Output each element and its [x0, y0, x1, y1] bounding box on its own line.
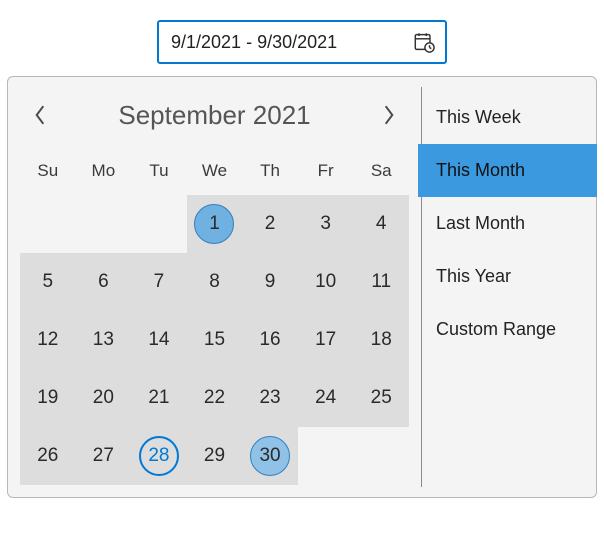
- day-blank: [353, 427, 409, 485]
- day-number: 2: [265, 213, 276, 235]
- day-cell[interactable]: 2: [242, 195, 298, 253]
- preset-last-month[interactable]: Last Month: [422, 197, 596, 250]
- day-number: 13: [93, 329, 114, 351]
- day-grid: 1 2 3 4 5 6 7 8 9 10 11 12 13 14 15 16 1…: [20, 195, 409, 485]
- chevron-right-icon: [382, 104, 396, 126]
- day-cell[interactable]: 24: [298, 369, 354, 427]
- day-number: 5: [42, 271, 53, 293]
- preset-this-year[interactable]: This Year: [422, 250, 596, 303]
- chevron-left-icon: [33, 104, 47, 126]
- day-cell[interactable]: 13: [76, 311, 132, 369]
- day-number: 8: [209, 271, 220, 293]
- day-cell[interactable]: 11: [353, 253, 409, 311]
- weekday: Tu: [131, 151, 187, 195]
- day-cell[interactable]: 20: [76, 369, 132, 427]
- calendar-clock-icon[interactable]: [413, 31, 435, 53]
- day-number: 18: [371, 329, 392, 351]
- weekday: We: [187, 151, 243, 195]
- day-cell[interactable]: 1: [187, 195, 243, 253]
- day-number: 30: [250, 436, 290, 476]
- day-number: 4: [376, 213, 387, 235]
- preset-this-week[interactable]: This Week: [422, 91, 596, 144]
- day-blank: [20, 195, 76, 253]
- day-cell[interactable]: 18: [353, 311, 409, 369]
- day-cell[interactable]: 27: [76, 427, 132, 485]
- weekday: Fr: [298, 151, 354, 195]
- day-number: 15: [204, 329, 225, 351]
- day-cell[interactable]: 7: [131, 253, 187, 311]
- day-cell[interactable]: 19: [20, 369, 76, 427]
- day-number: 3: [320, 213, 331, 235]
- day-cell[interactable]: 3: [298, 195, 354, 253]
- day-cell-today[interactable]: 28: [131, 427, 187, 485]
- day-cell[interactable]: 17: [298, 311, 354, 369]
- day-cell[interactable]: 14: [131, 311, 187, 369]
- day-number: 25: [371, 387, 392, 409]
- weekday: Mo: [76, 151, 132, 195]
- day-cell[interactable]: 5: [20, 253, 76, 311]
- day-cell[interactable]: 4: [353, 195, 409, 253]
- day-number: 23: [259, 387, 280, 409]
- day-number: 21: [148, 387, 169, 409]
- day-number: 10: [315, 271, 336, 293]
- weekday-header: Su Mo Tu We Th Fr Sa: [20, 151, 409, 195]
- date-range-input[interactable]: 9/1/2021 - 9/30/2021: [157, 20, 447, 64]
- day-cell[interactable]: 8: [187, 253, 243, 311]
- day-blank: [131, 195, 187, 253]
- day-number: 6: [98, 271, 109, 293]
- day-number: 19: [37, 387, 58, 409]
- date-range-value: 9/1/2021 - 9/30/2021: [171, 32, 413, 53]
- day-cell[interactable]: 12: [20, 311, 76, 369]
- day-number: 17: [315, 329, 336, 351]
- day-number: 12: [37, 329, 58, 351]
- day-cell[interactable]: 16: [242, 311, 298, 369]
- prev-month-button[interactable]: [20, 95, 60, 135]
- day-number: 14: [148, 329, 169, 351]
- day-number: 7: [154, 271, 165, 293]
- day-number: 26: [37, 445, 58, 467]
- day-cell[interactable]: 25: [353, 369, 409, 427]
- day-number: 29: [204, 445, 225, 467]
- day-cell[interactable]: 26: [20, 427, 76, 485]
- weekday: Su: [20, 151, 76, 195]
- day-cell[interactable]: 10: [298, 253, 354, 311]
- day-blank: [76, 195, 132, 253]
- day-cell[interactable]: 30: [242, 427, 298, 485]
- day-cell[interactable]: 21: [131, 369, 187, 427]
- month-year-label[interactable]: September 2021: [60, 100, 369, 131]
- calendar-pane: September 2021 Su Mo Tu We Th Fr Sa 1 2 …: [8, 77, 421, 497]
- next-month-button[interactable]: [369, 95, 409, 135]
- day-number: 9: [265, 271, 276, 293]
- day-cell[interactable]: 29: [187, 427, 243, 485]
- day-cell[interactable]: 23: [242, 369, 298, 427]
- day-number: 11: [371, 271, 391, 293]
- preset-custom-range[interactable]: Custom Range: [422, 303, 596, 356]
- day-number: 27: [93, 445, 114, 467]
- weekday: Th: [242, 151, 298, 195]
- day-number: 28: [139, 436, 179, 476]
- day-number: 16: [259, 329, 280, 351]
- date-range-popup: September 2021 Su Mo Tu We Th Fr Sa 1 2 …: [7, 76, 597, 498]
- day-cell[interactable]: 22: [187, 369, 243, 427]
- day-number: 22: [204, 387, 225, 409]
- day-cell[interactable]: 15: [187, 311, 243, 369]
- preset-this-month[interactable]: This Month: [418, 144, 597, 197]
- day-blank: [298, 427, 354, 485]
- day-cell[interactable]: 9: [242, 253, 298, 311]
- day-number: 20: [93, 387, 114, 409]
- day-number: 24: [315, 387, 336, 409]
- day-number: 1: [194, 204, 234, 244]
- weekday: Sa: [353, 151, 409, 195]
- day-cell[interactable]: 6: [76, 253, 132, 311]
- presets-pane: This Week This Month Last Month This Yea…: [421, 87, 596, 487]
